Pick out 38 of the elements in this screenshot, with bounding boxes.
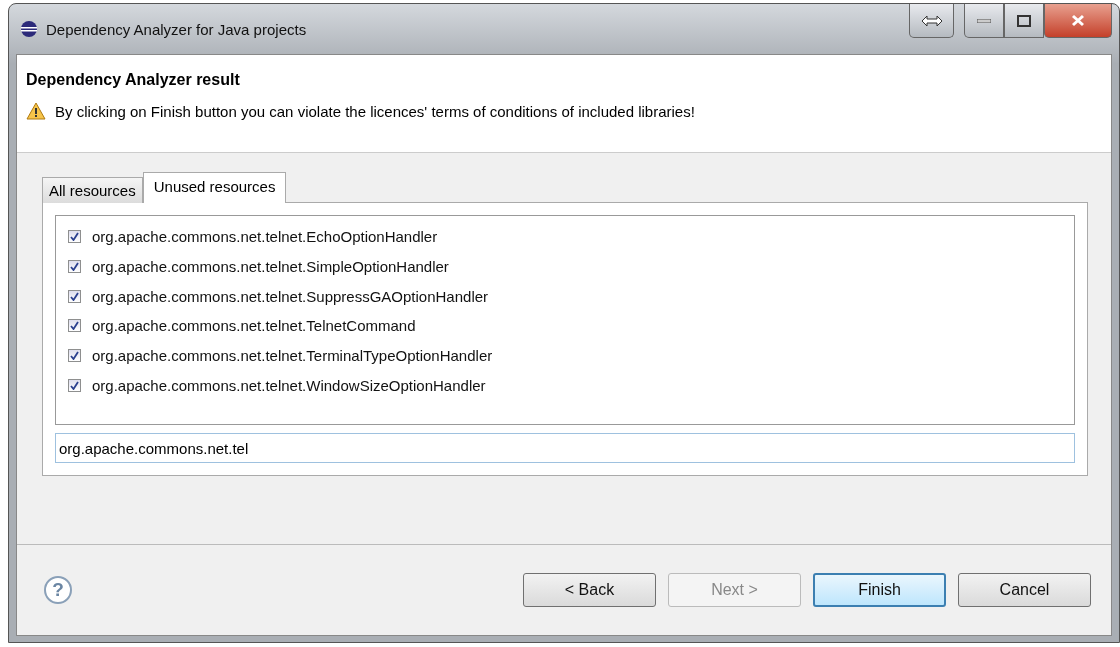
check-icon bbox=[70, 262, 79, 272]
tab[interactable]: All resources bbox=[42, 177, 143, 203]
checkbox[interactable] bbox=[68, 260, 81, 274]
maximize-button[interactable] bbox=[1004, 4, 1044, 38]
filter-field[interactable]: org.apache.commons.net.tel bbox=[55, 433, 1075, 463]
wizard-button[interactable]: Cancel bbox=[958, 573, 1091, 607]
checkbox[interactable] bbox=[68, 319, 81, 333]
close-icon bbox=[1071, 14, 1085, 27]
resource-name: org.apache.commons.net.telnet.WindowSizeOptionHandler bbox=[92, 376, 486, 394]
wizard-button[interactable]: Finish bbox=[813, 573, 946, 607]
warning-icon bbox=[26, 102, 46, 120]
tab[interactable]: Unused resources bbox=[142, 172, 287, 203]
window-title: Dependency Analyzer for Java projects bbox=[46, 20, 307, 38]
resource-name: org.apache.commons.net.telnet.TelnetCommand bbox=[92, 317, 416, 335]
help-icon[interactable]: ? bbox=[44, 576, 72, 604]
resize-button[interactable] bbox=[909, 4, 954, 38]
minimize-button[interactable] bbox=[964, 4, 1004, 38]
eclipse-logo-icon bbox=[20, 20, 38, 38]
resource-name: org.apache.commons.net.telnet.TerminalTypeOptionHandler bbox=[92, 347, 493, 365]
check-icon bbox=[70, 321, 79, 331]
checkbox[interactable] bbox=[68, 289, 81, 303]
maximize-icon bbox=[1017, 14, 1031, 27]
check-icon bbox=[70, 232, 79, 242]
checkbox[interactable] bbox=[68, 230, 81, 244]
resource-name: org.apache.commons.net.telnet.SuppressGAOptionHandler bbox=[92, 287, 489, 305]
resource-name: org.apache.commons.net.telnet.EchoOptionHandler bbox=[92, 228, 438, 246]
check-icon bbox=[70, 291, 79, 301]
page-title: Dependency Analyzer result bbox=[26, 71, 241, 89]
minimize-icon bbox=[977, 18, 991, 23]
checkbox[interactable] bbox=[68, 378, 81, 392]
warning-message: By clicking on Finish button you can violate the licences' terms of conditions of included libraries! bbox=[55, 102, 695, 120]
check-icon bbox=[70, 380, 79, 390]
resource-name: org.apache.commons.net.telnet.SimpleOptionHandler bbox=[92, 258, 449, 276]
double-arrow-icon bbox=[920, 14, 943, 27]
wizard-button[interactable]: < Back bbox=[523, 573, 656, 607]
check-icon bbox=[70, 351, 79, 361]
close-button[interactable] bbox=[1044, 4, 1112, 38]
checkbox[interactable] bbox=[68, 349, 81, 363]
